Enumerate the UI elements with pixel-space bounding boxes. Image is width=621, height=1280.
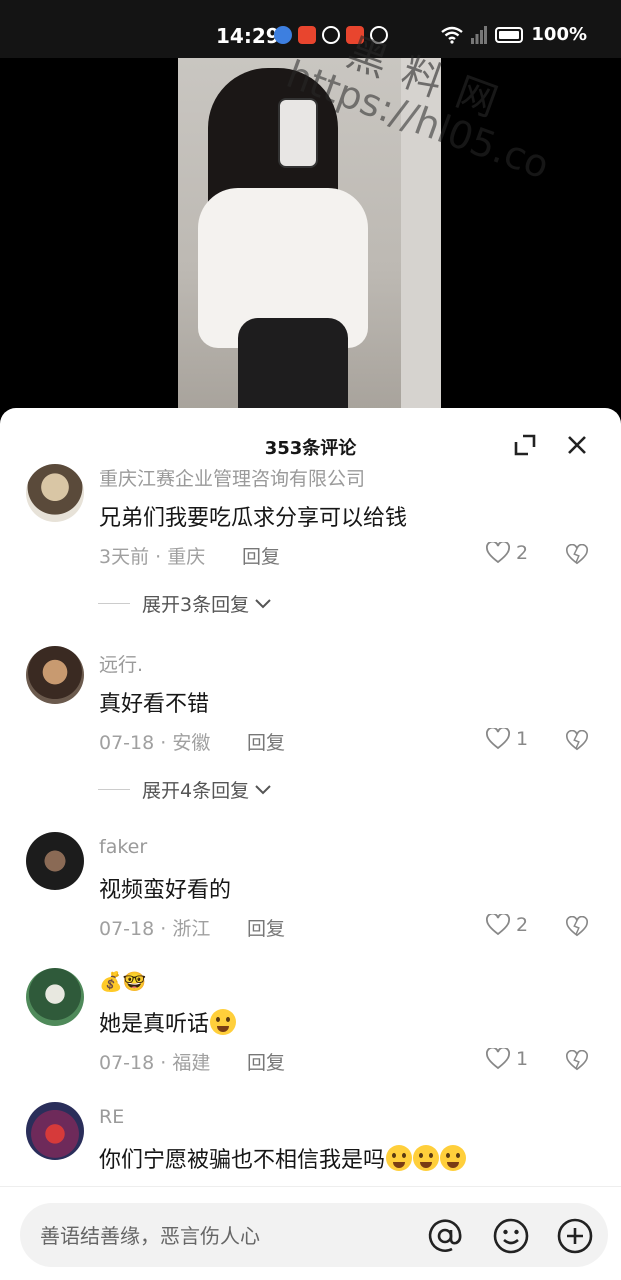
crying-emoji-icon (413, 1145, 440, 1171)
plus-circle-icon[interactable] (556, 1217, 594, 1255)
comment-text[interactable]: 你们宁愿被骗也不相信我是吗 (99, 1142, 467, 1174)
avatar[interactable] (26, 832, 84, 890)
heart-icon (486, 728, 510, 750)
comment-text-content: 你们宁愿被骗也不相信我是吗 (99, 1148, 386, 1173)
emoji-mouth (447, 1162, 460, 1168)
app-notification-icon (298, 26, 316, 44)
like-button[interactable]: 2 (486, 914, 528, 936)
comment-time: 07-18 (99, 732, 155, 754)
avatar[interactable] (26, 646, 84, 704)
dislike-icon[interactable] (566, 1050, 588, 1072)
reply-button[interactable]: 回复 (247, 914, 285, 941)
like-button[interactable]: 2 (486, 542, 528, 564)
comment-username[interactable]: RE (99, 1106, 124, 1128)
avatar[interactable] (26, 464, 84, 522)
comment-meta: 3天前 · 重庆 (99, 542, 205, 569)
chevron-down-icon (255, 784, 271, 794)
status-time: 14:29 (216, 24, 280, 48)
like-button[interactable]: 1 (486, 728, 528, 750)
smiley-icon[interactable] (492, 1217, 530, 1255)
expand-icon[interactable] (510, 430, 540, 460)
crying-emoji-icon (386, 1145, 413, 1171)
like-count: 2 (516, 914, 529, 936)
comment-time: 07-18 (99, 918, 155, 940)
comment-location: 浙江 (172, 918, 211, 940)
comment-meta: 07-18 · 福建 (99, 1048, 210, 1075)
battery-percent: 100% (531, 24, 587, 45)
video-figure-skirt (238, 318, 348, 410)
expand-line (98, 603, 130, 604)
battery-icon (495, 26, 524, 43)
close-icon[interactable] (562, 430, 592, 460)
reply-button[interactable]: 回复 (247, 728, 285, 755)
video-player[interactable] (0, 58, 621, 410)
comment-username[interactable]: 远行. (99, 650, 143, 677)
dislike-icon[interactable] (566, 544, 588, 566)
comment-username[interactable]: faker (99, 836, 147, 858)
crying-emoji-icon (440, 1145, 467, 1171)
status-indicators: 100% (441, 24, 587, 45)
comment-username[interactable]: 重庆江赛企业管理咨询有限公司 (99, 464, 365, 491)
video-figure-phone (278, 98, 318, 168)
comment-text[interactable]: 她是真听话 (99, 1006, 237, 1038)
comment-location: 重庆 (167, 546, 206, 568)
status-bar: 14:29 100% (0, 0, 621, 58)
wifi-icon (441, 26, 464, 44)
comment-input-box (20, 1203, 608, 1267)
meta-separator: · (160, 732, 173, 754)
heart-icon (486, 914, 510, 936)
emoji-mouth (217, 1026, 230, 1032)
heart-icon (486, 542, 510, 564)
browser-app-icon (274, 26, 292, 44)
comment-text[interactable]: 视频蛮好看的 (99, 872, 231, 904)
meta-separator: · (155, 546, 168, 568)
expand-replies-label: 展开4条回复 (142, 780, 250, 802)
comment-meta: 07-18 · 浙江 (99, 914, 210, 941)
comment-username[interactable]: 💰🤓 (99, 970, 146, 993)
comment-time: 07-18 (99, 1052, 155, 1074)
meta-separator: · (160, 1052, 173, 1074)
signal-icon (471, 25, 488, 44)
comment-time: 3天前 (99, 546, 150, 568)
comments-sheet: 353条评论 重庆江赛企业管理咨询有限公司 兄弟们我要吃瓜求分享可以给钱 3天前… (0, 408, 621, 1280)
at-icon[interactable] (426, 1217, 464, 1255)
avatar[interactable] (26, 968, 84, 1026)
emoji-mouth (420, 1162, 433, 1168)
expand-line (98, 789, 130, 790)
like-count: 2 (516, 542, 529, 564)
hotspot-icon (322, 26, 340, 44)
dislike-icon[interactable] (566, 730, 588, 752)
dislike-icon[interactable] (566, 916, 588, 938)
comment-input-bar (0, 1186, 621, 1280)
comment-text[interactable]: 兄弟们我要吃瓜求分享可以给钱 (99, 500, 407, 532)
rolling-laugh-emoji-icon (210, 1009, 237, 1035)
heart-icon (486, 1048, 510, 1070)
like-count: 1 (516, 1048, 529, 1070)
comment-input[interactable] (40, 1221, 420, 1251)
expand-replies-button[interactable]: 展开4条回复 (98, 776, 273, 803)
meta-separator: · (160, 918, 173, 940)
like-button[interactable]: 1 (486, 1048, 528, 1070)
comment-meta: 07-18 · 安徽 (99, 728, 210, 755)
comment-text-content: 她是真听话 (99, 1012, 210, 1037)
expand-replies-button[interactable]: 展开3条回复 (98, 590, 273, 617)
like-count: 1 (516, 728, 529, 750)
expand-replies-label: 展开3条回复 (142, 594, 250, 616)
comment-text[interactable]: 真好看不错 (99, 686, 209, 718)
reply-button[interactable]: 回复 (247, 1048, 285, 1075)
comment-location: 福建 (172, 1052, 211, 1074)
avatar[interactable] (26, 1102, 84, 1160)
chevron-down-icon (255, 598, 271, 608)
emoji-mouth (393, 1162, 406, 1168)
reply-button[interactable]: 回复 (242, 542, 280, 569)
comment-location: 安徽 (172, 732, 211, 754)
